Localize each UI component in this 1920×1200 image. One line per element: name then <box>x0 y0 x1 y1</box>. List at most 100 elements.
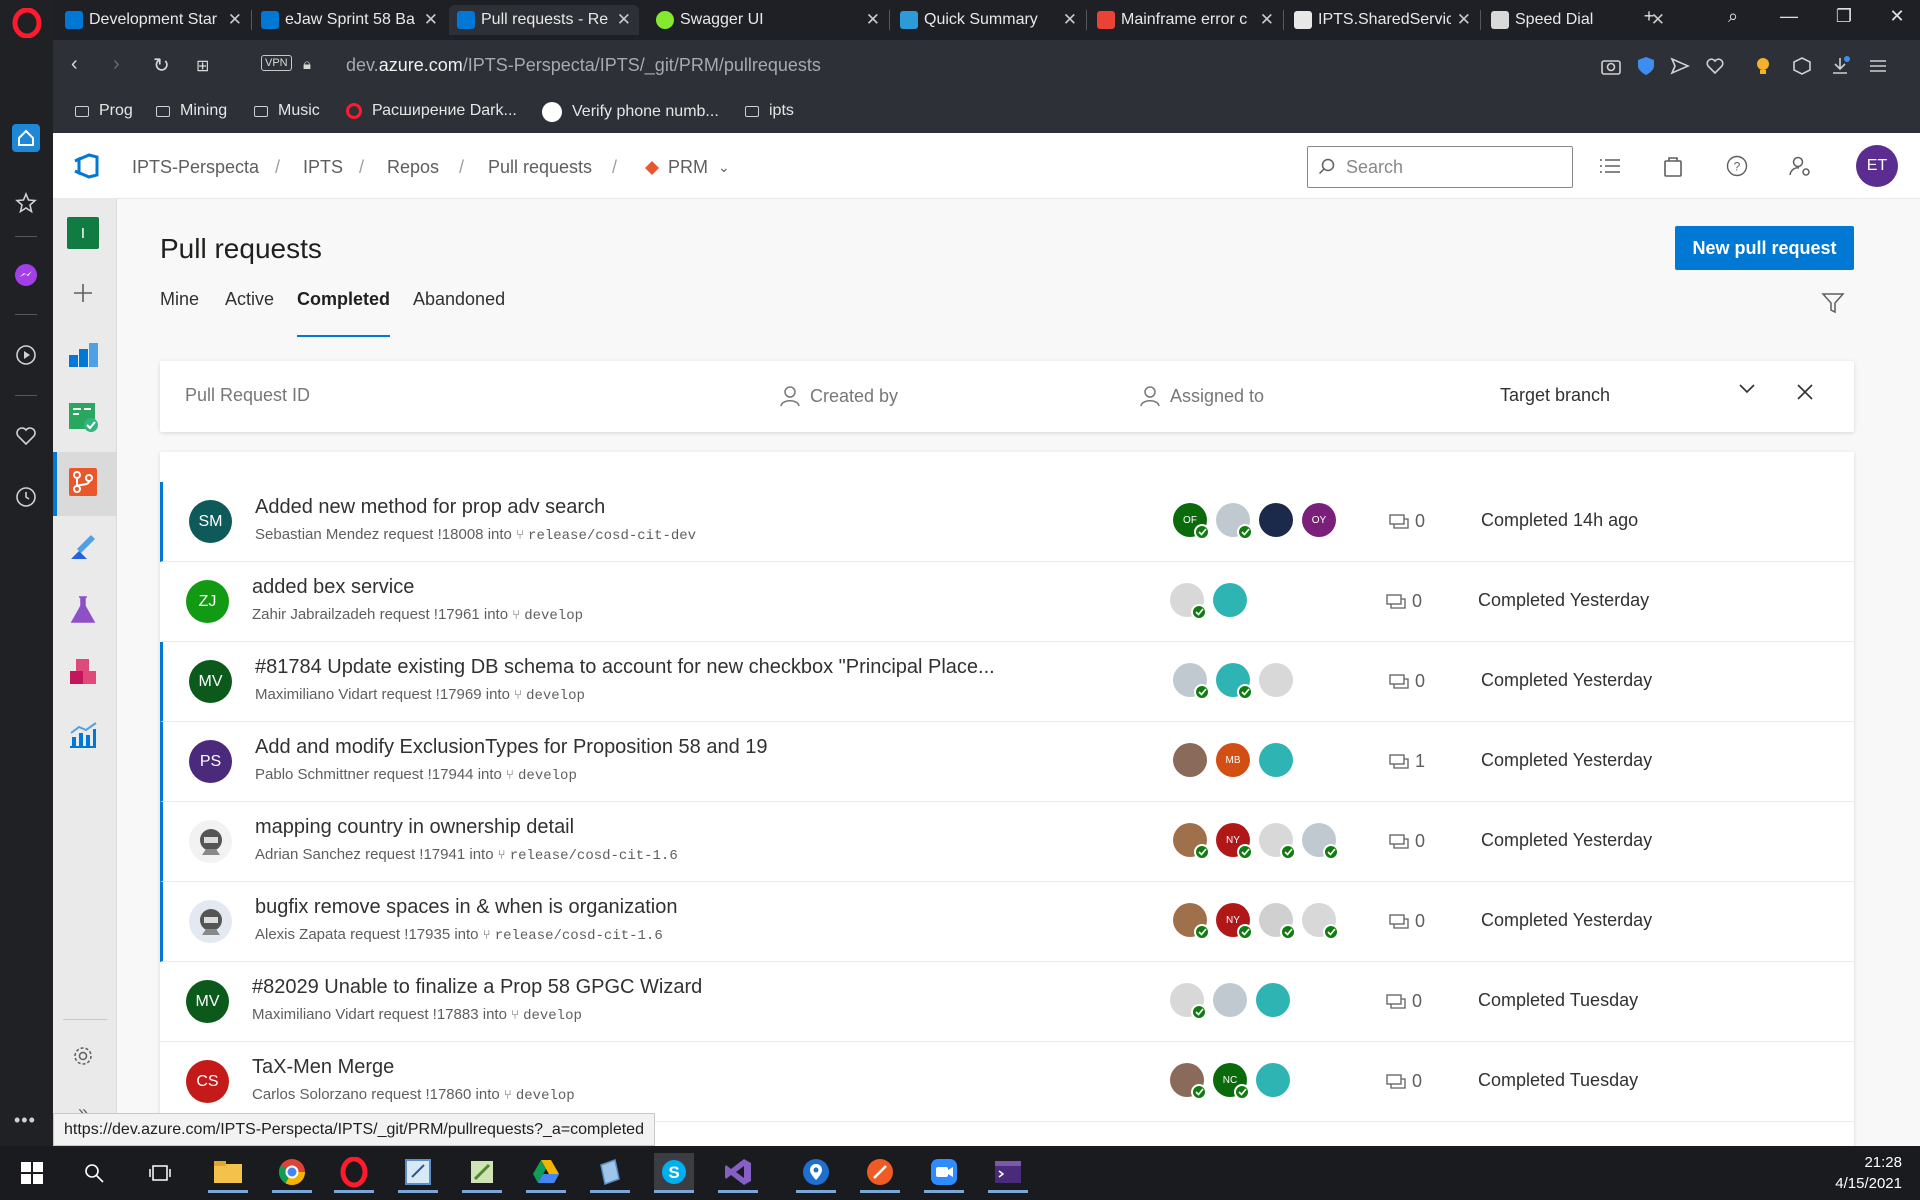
url-field[interactable]: dev.azure.com/IPTS-Perspecta/IPTS/_git/P… <box>346 55 821 76</box>
new-tab-icon[interactable]: + <box>1629 6 1669 27</box>
pull-request-row[interactable]: PS Add and modify ExclusionTypes for Prop… <box>160 722 1854 802</box>
camera-icon[interactable] <box>1599 54 1623 78</box>
reviewer-avatar[interactable] <box>1173 663 1210 700</box>
tab-swagger-ui[interactable]: Swagger UI ✕ <box>648 5 888 35</box>
reviewer-avatar[interactable] <box>1259 743 1293 777</box>
pr-title[interactable]: Added new method for prop adv search <box>255 496 605 519</box>
tab-quick-summary[interactable]: Quick Summary ✕ <box>892 5 1085 35</box>
project-settings-gear-icon[interactable] <box>65 1038 101 1074</box>
bulb-icon[interactable] <box>1751 54 1775 78</box>
add-icon[interactable] <box>65 275 101 311</box>
bookmark-ipts[interactable]: ipts <box>745 102 794 120</box>
reviewer-avatar[interactable]: NY <box>1216 903 1253 940</box>
artifacts-icon[interactable] <box>65 655 101 691</box>
overview-icon[interactable] <box>65 337 101 373</box>
help-icon[interactable]: ? <box>1724 153 1750 179</box>
pull-request-row[interactable]: CS TaX-Men Merge Carlos Solorzano request … <box>160 1042 1854 1122</box>
pull-request-row[interactable]: mapping country in ownership detail Adria… <box>160 802 1854 882</box>
notepad-icon[interactable] <box>590 1153 630 1193</box>
breadcrumb-repo-prm[interactable]: PRM ⌄ <box>644 157 730 178</box>
pr-title[interactable]: TaX-Men Merge <box>252 1056 394 1079</box>
assigned-to-filter[interactable]: Assigned to <box>1140 385 1264 407</box>
reviewer-avatar[interactable] <box>1256 983 1290 1017</box>
google-drive-icon[interactable] <box>526 1153 566 1193</box>
download-icon[interactable] <box>1828 54 1852 78</box>
tab-mine[interactable]: Mine <box>160 289 199 310</box>
back-icon[interactable]: ‹ <box>71 53 78 76</box>
tab-development-star[interactable]: Development Star ✕ <box>57 5 250 35</box>
breadcrumb-repos[interactable]: Repos <box>387 157 439 178</box>
reviewer-avatar[interactable] <box>1173 823 1210 860</box>
send-icon[interactable] <box>1668 54 1692 78</box>
azure-devops-logo-icon[interactable] <box>73 153 101 184</box>
test-plans-icon[interactable] <box>65 592 101 628</box>
speed-dial-icon[interactable] <box>12 189 40 217</box>
reviewer-avatar[interactable]: OF <box>1173 503 1210 540</box>
reviewer-avatar[interactable] <box>1170 983 1207 1020</box>
reviewer-avatar[interactable] <box>1173 903 1210 940</box>
tab-active[interactable]: Active <box>225 289 274 310</box>
minimize-icon[interactable]: — <box>1769 6 1809 27</box>
tab-abandoned[interactable]: Abandoned <box>413 289 505 310</box>
skype-icon[interactable]: S <box>654 1153 694 1193</box>
zoom-icon[interactable] <box>924 1153 964 1193</box>
repos-icon[interactable] <box>65 464 101 500</box>
tab-completed[interactable]: Completed <box>297 289 390 310</box>
close-icon[interactable]: ✕ <box>617 10 631 30</box>
reviewer-avatar[interactable] <box>1302 903 1339 940</box>
close-icon[interactable]: ✕ <box>424 10 438 30</box>
created-by-filter[interactable]: Created by <box>780 385 898 407</box>
task-list-icon[interactable] <box>1597 153 1623 179</box>
opera-taskbar-icon[interactable] <box>334 1153 374 1193</box>
close-icon[interactable]: ✕ <box>866 10 880 30</box>
project-icon[interactable]: I <box>65 215 101 251</box>
tab-mainframe-error[interactable]: Mainframe error c ✕ <box>1089 5 1282 35</box>
search-icon[interactable] <box>74 1153 114 1193</box>
restore-icon[interactable]: ❐ <box>1824 6 1864 27</box>
close-icon[interactable]: ✕ <box>1260 10 1274 30</box>
tab-pull-requests[interactable]: Pull requests - Re ✕ <box>449 5 639 35</box>
reviewer-avatar[interactable] <box>1213 583 1247 617</box>
reviewer-avatar[interactable] <box>1302 823 1339 860</box>
pr-title[interactable]: #82029 Unable to finalize a Prop 58 GPGC… <box>252 976 702 999</box>
search-input[interactable] <box>1346 156 1556 178</box>
tabs-overview-icon[interactable]: ⊞ <box>196 56 209 76</box>
home-icon[interactable] <box>12 124 40 152</box>
snipping-tool-icon[interactable] <box>398 1153 438 1193</box>
tab-ejaw-sprint[interactable]: eJaw Sprint 58 Ba ✕ <box>253 5 446 35</box>
breadcrumb-pull-requests[interactable]: Pull requests <box>488 157 592 178</box>
vpn-badge[interactable]: VPN <box>261 55 292 71</box>
opera-logo-icon[interactable] <box>12 7 42 39</box>
easy-setup-icon[interactable] <box>1866 54 1890 78</box>
file-explorer-icon[interactable] <box>208 1153 248 1193</box>
reviewer-avatar[interactable] <box>1256 1063 1290 1097</box>
tab-ipts-shared[interactable]: IPTS.SharedServic ✕ <box>1286 5 1479 35</box>
target-branch-filter[interactable]: Target branch <box>1500 385 1610 406</box>
user-settings-icon[interactable] <box>1787 153 1813 179</box>
search-tabs-icon[interactable]: ⌕ <box>1713 6 1753 27</box>
pull-request-row[interactable]: MV #81784 Update existing DB schema to ac… <box>160 642 1854 722</box>
bookmark-mining[interactable]: Mining <box>156 102 227 120</box>
reviewer-avatar[interactable]: NY <box>1216 823 1253 860</box>
paint-icon[interactable] <box>462 1153 502 1193</box>
reviewer-avatar[interactable]: MB <box>1216 743 1250 777</box>
pr-title[interactable]: added bex service <box>252 576 414 599</box>
close-icon[interactable]: ✕ <box>1063 10 1077 30</box>
task-view-icon[interactable] <box>140 1153 180 1193</box>
reviewer-avatar[interactable] <box>1173 743 1207 777</box>
close-icon[interactable]: ✕ <box>228 10 242 30</box>
reviewer-avatar[interactable]: OY <box>1302 503 1336 537</box>
reviewer-avatar[interactable] <box>1216 663 1253 700</box>
reviewer-avatar[interactable] <box>1259 823 1296 860</box>
extensions-icon[interactable] <box>1790 54 1814 78</box>
marketplace-bag-icon[interactable] <box>1660 153 1686 179</box>
reviewer-avatar[interactable] <box>1216 503 1253 540</box>
reviewer-avatar[interactable] <box>1259 663 1293 697</box>
bookmark-dark-extension[interactable]: Расширение Dark... <box>346 102 517 120</box>
system-clock[interactable]: 21:28 4/15/2021 <box>1835 1152 1902 1194</box>
pr-id-filter[interactable]: Pull Request ID <box>185 385 310 406</box>
user-avatar[interactable]: ET <box>1856 145 1898 187</box>
history-icon[interactable] <box>12 483 40 511</box>
pull-request-row[interactable]: ZJ added bex service Zahir Jabrailzadeh re… <box>160 562 1854 642</box>
filter-icon[interactable] <box>1821 292 1845 319</box>
